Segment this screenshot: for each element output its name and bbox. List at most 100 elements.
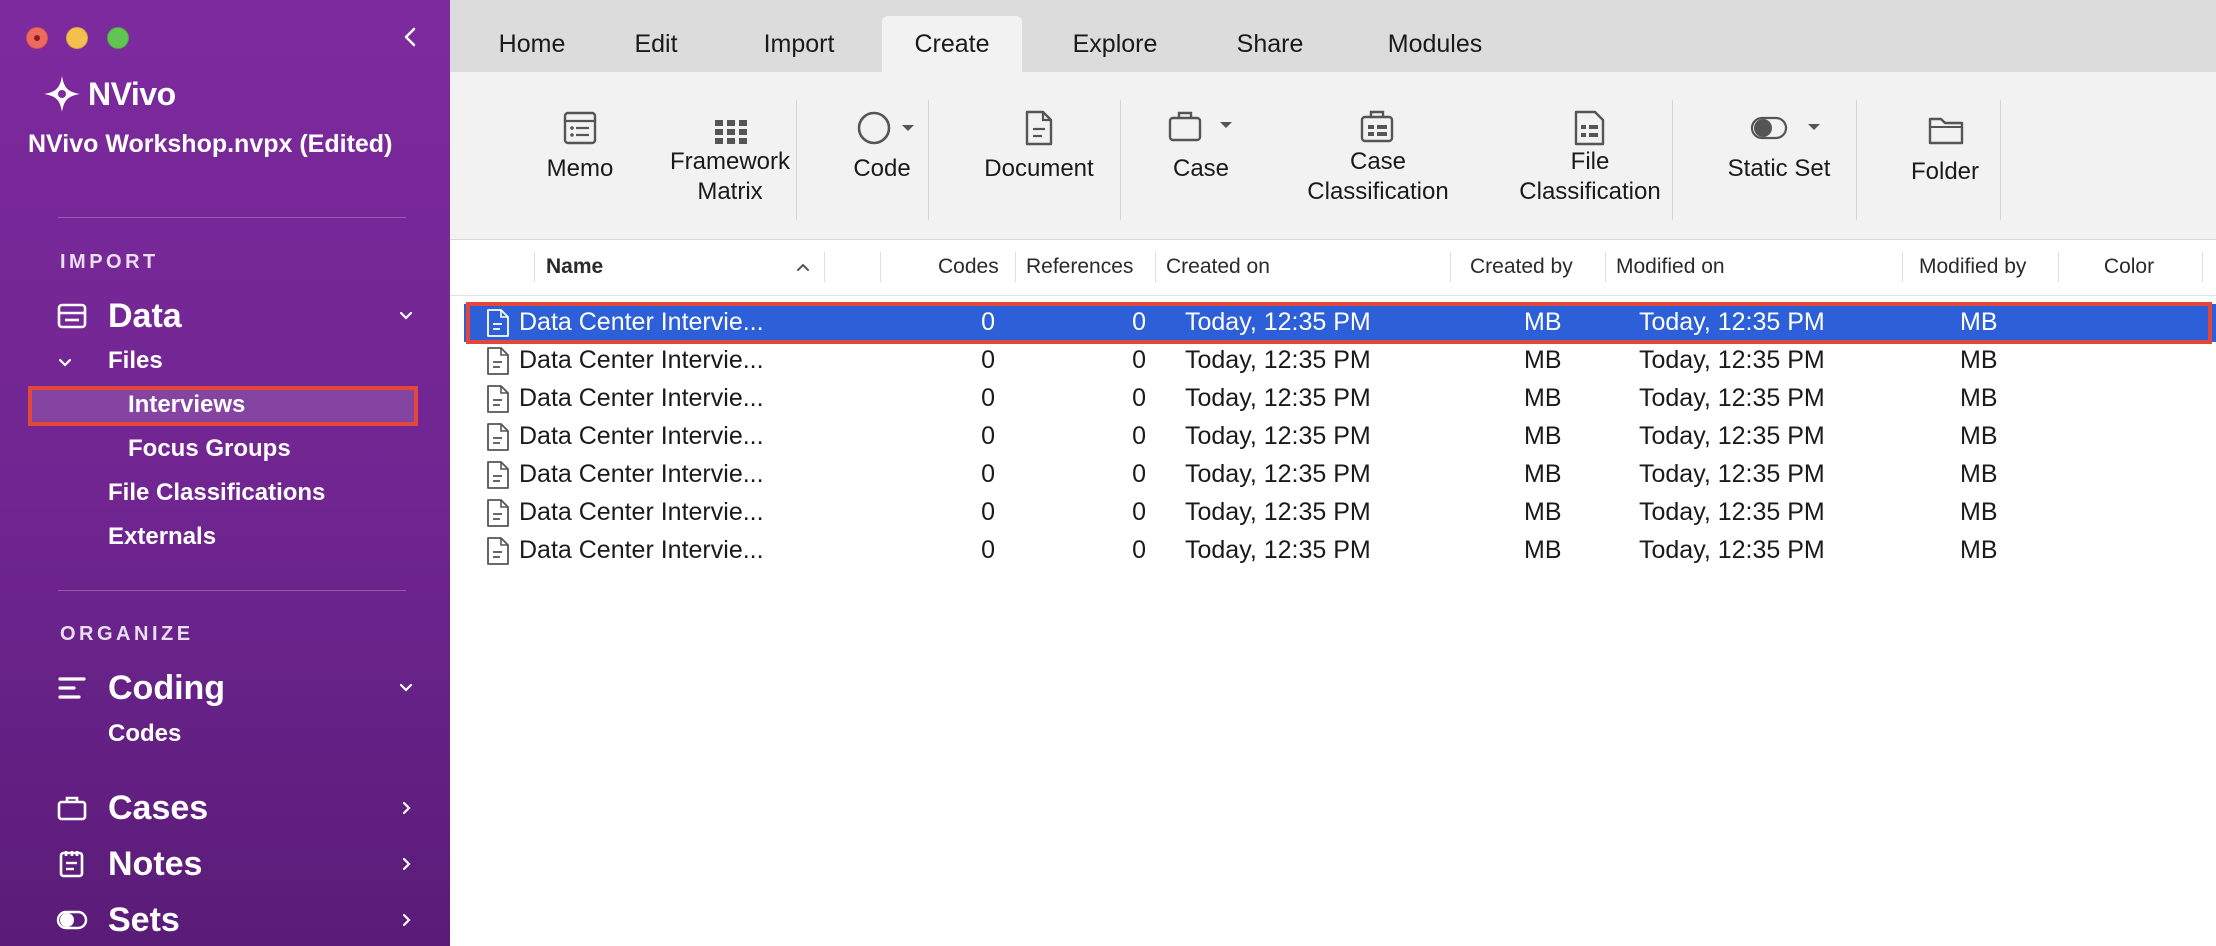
zoom-window-button[interactable] bbox=[107, 27, 129, 49]
case-classification-label-1: Case bbox=[1349, 148, 1407, 175]
collapse-sidebar-icon[interactable] bbox=[398, 20, 422, 54]
code-button[interactable]: Code bbox=[812, 72, 952, 240]
ribbon-separator bbox=[1120, 100, 1121, 220]
cell-created-by: MB bbox=[1524, 308, 1562, 336]
cell-codes: 0 bbox=[981, 498, 995, 526]
folder-icon bbox=[1928, 110, 1964, 150]
cell-created-on: Today, 12:35 PM bbox=[1185, 536, 1371, 564]
tab-explore[interactable]: Explore bbox=[1040, 16, 1190, 72]
files-chevron-down-icon[interactable] bbox=[56, 354, 74, 372]
sidebar-group-notes[interactable]: Notes bbox=[56, 842, 416, 886]
cell-codes: 0 bbox=[981, 460, 995, 488]
ribbon-separator bbox=[2000, 100, 2001, 220]
folder-button[interactable]: Folder bbox=[1870, 72, 2020, 240]
table-row[interactable]: Data Center Intervie... 0 0 Today, 12:35 PM… bbox=[464, 532, 2216, 570]
tab-import[interactable]: Import bbox=[726, 16, 872, 72]
column-header-modified-on[interactable]: Modified on bbox=[1616, 255, 1725, 279]
table-row[interactable]: Data Center Intervie... 0 0 Today, 12:35 PM… bbox=[464, 494, 2216, 532]
sidebar-item-file-classifications[interactable]: File Classifications bbox=[108, 479, 325, 507]
cell-modified-by: MB bbox=[1960, 422, 1998, 450]
chevron-right-icon bbox=[396, 852, 416, 876]
sidebar-item-focus-groups[interactable]: Focus Groups bbox=[128, 435, 291, 463]
divider bbox=[58, 217, 406, 218]
column-separator bbox=[1605, 252, 1606, 282]
cell-modified-on: Today, 12:35 PM bbox=[1639, 308, 1825, 336]
project-title: NVivo Workshop.nvpx (Edited) bbox=[28, 130, 393, 158]
document-icon bbox=[486, 536, 510, 566]
column-separator bbox=[880, 252, 881, 282]
cell-references: 0 bbox=[1132, 460, 1146, 488]
column-header-codes[interactable]: Codes bbox=[938, 255, 999, 279]
close-window-button[interactable] bbox=[26, 27, 48, 49]
sidebar-item-files[interactable]: Files bbox=[108, 347, 163, 375]
static-set-button[interactable]: Static Set bbox=[1686, 72, 1872, 240]
cell-modified-on: Today, 12:35 PM bbox=[1639, 498, 1825, 526]
file-classification-button[interactable]: File Classification bbox=[1478, 72, 1702, 240]
column-separator bbox=[824, 252, 825, 282]
table-row[interactable]: Data Center Intervie... 0 0 Today, 12:35 PM… bbox=[464, 342, 2216, 380]
ribbon-separator bbox=[796, 100, 797, 220]
table-row[interactable]: Data Center Intervie... 0 0 Today, 12:35 PM… bbox=[464, 304, 2216, 342]
code-label: Code bbox=[853, 155, 911, 182]
table-row[interactable]: Data Center Intervie... 0 0 Today, 12:35 PM… bbox=[464, 456, 2216, 494]
sidebar-item-externals[interactable]: Externals bbox=[108, 523, 216, 551]
framework-label-line-1: Framework bbox=[669, 148, 790, 175]
column-separator bbox=[1902, 252, 1903, 282]
cell-modified-by: MB bbox=[1960, 498, 1998, 526]
tab-create[interactable]: Create bbox=[882, 16, 1022, 72]
cell-created-by: MB bbox=[1524, 536, 1562, 564]
document-icon bbox=[1022, 108, 1056, 148]
cell-references: 0 bbox=[1132, 498, 1146, 526]
sidebar-group-cases[interactable]: Cases bbox=[56, 786, 416, 830]
cell-created-on: Today, 12:35 PM bbox=[1185, 384, 1371, 412]
framework-label-line-2: Matrix bbox=[697, 178, 763, 205]
column-header-created-by[interactable]: Created by bbox=[1470, 255, 1573, 279]
cell-name: Data Center Intervie... bbox=[519, 346, 764, 374]
file-classification-icon bbox=[1572, 108, 1608, 148]
column-header-modified-by[interactable]: Modified by bbox=[1919, 255, 2026, 279]
code-circle-icon bbox=[852, 108, 918, 148]
sidebar-group-label: Cases bbox=[108, 788, 209, 827]
column-separator bbox=[534, 252, 535, 282]
sidebar-group-data[interactable]: Data bbox=[56, 294, 416, 338]
coding-icon bbox=[56, 672, 88, 704]
grid-icon bbox=[714, 112, 748, 152]
sidebar-item-codes[interactable]: Codes bbox=[108, 720, 181, 748]
document-button[interactable]: Document bbox=[944, 72, 1134, 240]
sidebar-item-interviews[interactable]: Interviews bbox=[128, 391, 245, 419]
case-classification-icon bbox=[1360, 108, 1396, 148]
column-header-created-on[interactable]: Created on bbox=[1166, 255, 1270, 279]
document-icon bbox=[486, 498, 510, 528]
case-button[interactable]: Case bbox=[1136, 72, 1266, 240]
minimize-window-button[interactable] bbox=[66, 27, 88, 49]
column-header-color[interactable]: Color bbox=[2060, 255, 2198, 279]
cell-created-on: Today, 12:35 PM bbox=[1185, 308, 1371, 336]
document-icon bbox=[486, 346, 510, 376]
chevron-right-icon bbox=[396, 796, 416, 820]
tab-edit[interactable]: Edit bbox=[600, 16, 712, 72]
file-classification-label-1: File bbox=[1570, 148, 1610, 175]
column-header-references[interactable]: References bbox=[1026, 255, 1133, 279]
section-label-organize: ORGANIZE bbox=[60, 623, 194, 645]
case-classification-button[interactable]: Case Classification bbox=[1266, 72, 1490, 240]
tab-share[interactable]: Share bbox=[1202, 16, 1338, 72]
sidebar-group-sets[interactable]: Sets bbox=[56, 898, 416, 942]
ribbon-toolbar: Memo Framework Matrix Code Document Case bbox=[450, 72, 2216, 240]
sidebar-group-coding[interactable]: Coding bbox=[56, 666, 416, 710]
folder-label: Folder bbox=[1910, 158, 1980, 185]
section-label-import: IMPORT bbox=[60, 251, 159, 273]
tab-modules[interactable]: Modules bbox=[1350, 16, 1520, 72]
table-row[interactable]: Data Center Intervie... 0 0 Today, 12:35 PM… bbox=[464, 418, 2216, 456]
column-header-name[interactable]: Name bbox=[546, 255, 603, 279]
framework-matrix-button[interactable]: Framework Matrix bbox=[630, 72, 830, 240]
sort-ascending-icon[interactable] bbox=[794, 258, 812, 276]
tab-home[interactable]: Home bbox=[470, 16, 594, 72]
table-row[interactable]: Data Center Intervie... 0 0 Today, 12:35 PM… bbox=[464, 380, 2216, 418]
toggle-set-icon bbox=[1750, 108, 1826, 148]
cell-created-on: Today, 12:35 PM bbox=[1185, 498, 1371, 526]
cell-name: Data Center Intervie... bbox=[519, 308, 764, 336]
cell-created-by: MB bbox=[1524, 384, 1562, 412]
document-icon bbox=[486, 308, 510, 338]
static-set-label: Static Set bbox=[1727, 155, 1831, 182]
nvivo-logo-icon bbox=[42, 74, 82, 114]
